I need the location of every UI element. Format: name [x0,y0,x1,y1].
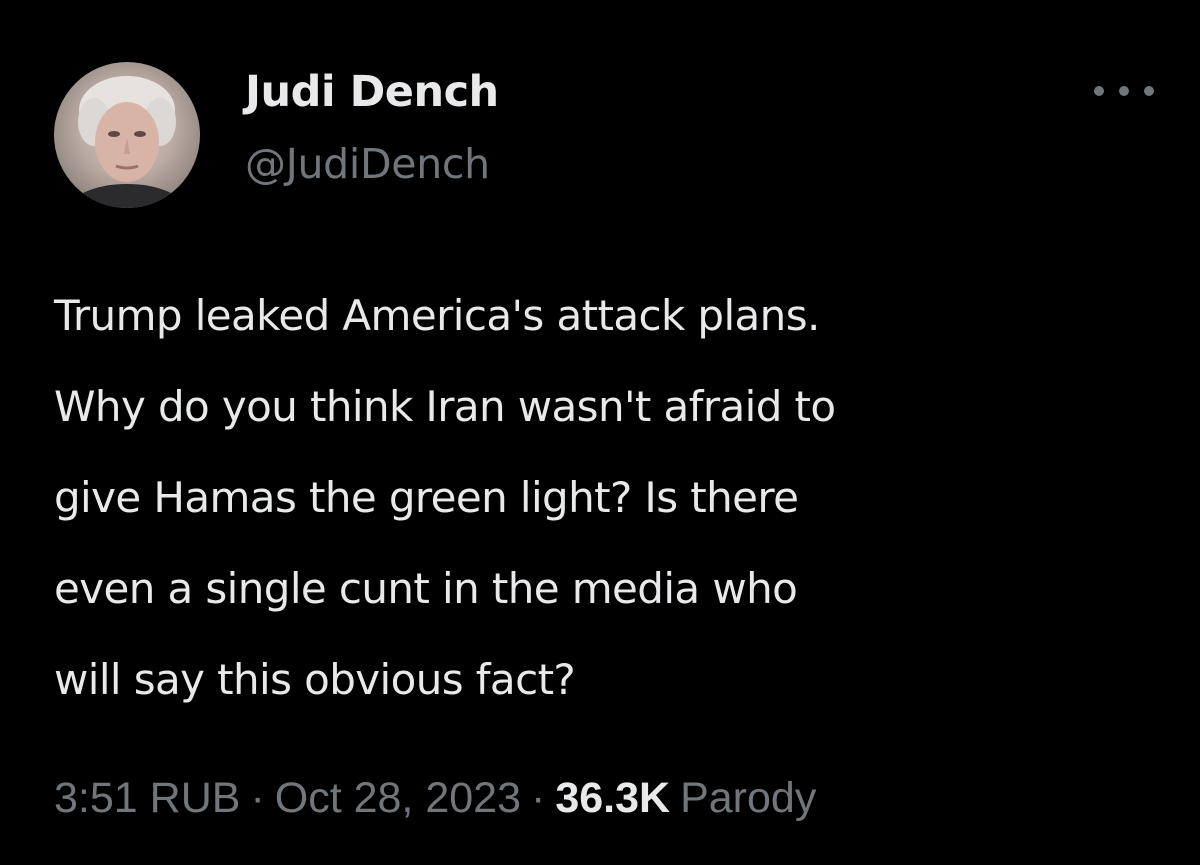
tweet-text: Trump leaked America's attack plans. Why… [54,291,836,704]
tweet-date[interactable]: Oct 28, 2023 [275,774,521,822]
user-handle[interactable]: @JudiDench [245,138,499,190]
tweet-time[interactable]: 3:51 RUB [54,774,240,822]
more-horizontal-icon-dot [1094,86,1104,96]
tweet-meta: 3:51 RUB · Oct 28, 2023 · 36.3K Parody [54,768,816,828]
more-options-button[interactable] [1094,76,1154,106]
meta-separator: · [531,774,546,822]
avatar-photo [67,76,187,208]
more-horizontal-icon-dot [1119,86,1129,96]
more-horizontal-icon-dot [1144,86,1154,96]
author-block: Judi Dench @JudiDench [245,66,499,190]
views-count[interactable]: 36.3K [555,774,670,822]
avatar[interactable] [54,62,200,208]
display-name[interactable]: Judi Dench [245,66,499,118]
meta-separator: · [250,774,265,822]
views-label: Parody [680,774,817,822]
tweet: Judi Dench @JudiDench Trump leaked Ameri… [0,0,1200,865]
